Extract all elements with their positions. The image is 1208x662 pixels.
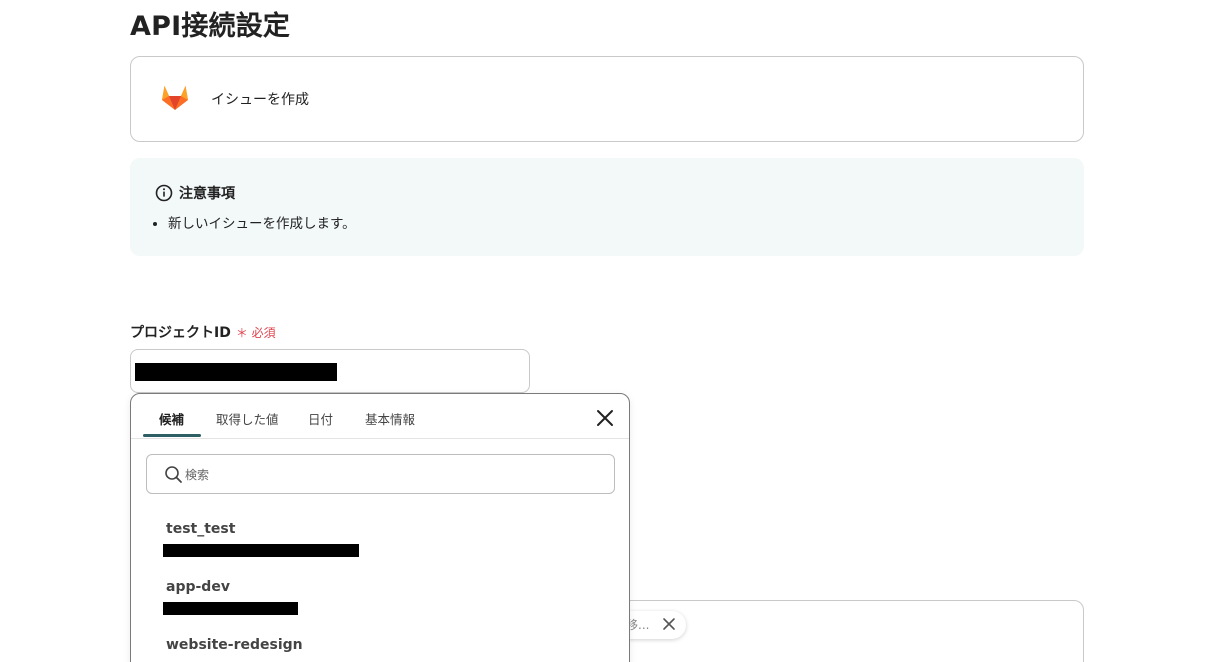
picker-tabs: 候補 取得した値 日付 基本情報 xyxy=(131,394,629,439)
option-name: app-dev xyxy=(166,579,230,595)
notice-list: 新しいイシューを作成します。 xyxy=(168,212,356,232)
tab-basic-info[interactable]: 基本情報 xyxy=(365,409,415,428)
list-item[interactable]: app-dev xyxy=(131,579,629,635)
option-name: test_test xyxy=(166,521,236,537)
search-input[interactable] xyxy=(185,465,585,485)
list-item[interactable]: test_test xyxy=(131,521,629,577)
page-title: API接続設定 xyxy=(130,11,291,42)
option-name: website-redesign xyxy=(166,637,303,653)
project-id-label-text: プロジェクトID xyxy=(130,325,231,341)
tab-candidates[interactable]: 候補 xyxy=(159,409,184,428)
info-icon xyxy=(155,184,173,202)
redacted-value xyxy=(163,602,298,615)
redacted-value xyxy=(135,363,337,381)
gitlab-icon xyxy=(162,86,188,110)
project-id-label: プロジェクトID ＊ 必須 xyxy=(130,322,276,342)
picker-search xyxy=(146,454,615,494)
notice-item: 新しいイシューを作成します。 xyxy=(168,212,356,232)
action-card-create-issue[interactable]: イシューを作成 xyxy=(130,56,1084,142)
required-badge: ＊ 必須 xyxy=(235,326,276,340)
tab-date[interactable]: 日付 xyxy=(308,409,333,428)
chip-close-icon[interactable] xyxy=(662,617,676,631)
notice-box: 注意事項 新しいイシューを作成します。 xyxy=(130,158,1084,256)
tab-retrieved-values[interactable]: 取得した値 xyxy=(216,409,279,428)
active-tab-indicator xyxy=(143,434,201,437)
action-label: イシューを作成 xyxy=(211,92,309,108)
list-item[interactable]: website-redesign xyxy=(131,637,629,662)
search-icon xyxy=(165,466,182,483)
notice-title: 注意事項 xyxy=(179,186,235,202)
close-icon[interactable] xyxy=(596,409,614,427)
project-id-input[interactable] xyxy=(130,349,530,393)
value-picker-popover: 候補 取得した値 日付 基本情報 test_test app-dev websi… xyxy=(130,393,630,662)
redacted-value xyxy=(163,544,359,557)
